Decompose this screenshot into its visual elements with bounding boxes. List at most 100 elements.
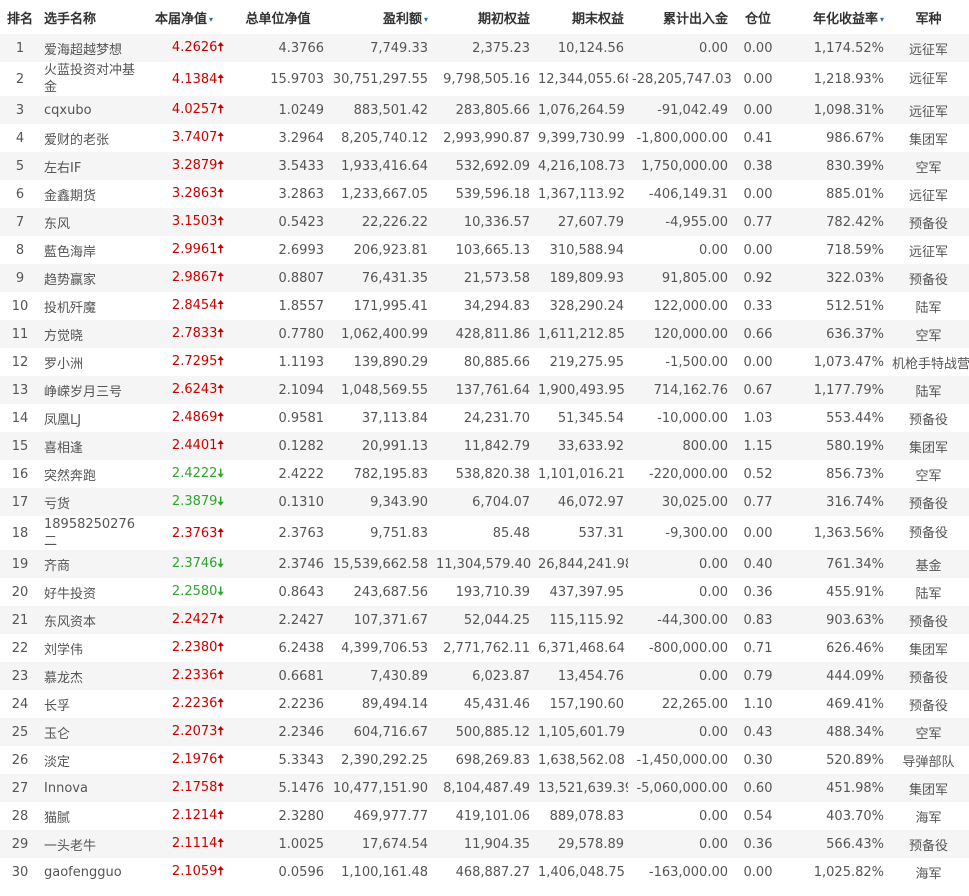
header-name[interactable]: 选手名称 bbox=[40, 0, 140, 34]
table-row[interactable]: 24 长孚 2.2236🠅 2.2236 89,494.14 45,431.46 157,1… bbox=[0, 690, 969, 718]
player-name[interactable]: 亏货 bbox=[44, 497, 70, 512]
cell-total-nav: 6.2438 bbox=[228, 634, 328, 662]
nav-value: 2.3763 bbox=[171, 525, 218, 541]
nav-value: 4.2626 bbox=[171, 39, 218, 55]
table-row[interactable]: 16 突然奔跑 2.4222🠇 2.4222 782,195.83 538,820.38 1… bbox=[0, 460, 969, 488]
cell-rank: 18 bbox=[0, 516, 40, 550]
player-name[interactable]: cqxubo bbox=[44, 103, 92, 118]
header-group[interactable]: 军种 bbox=[888, 0, 969, 34]
table-row[interactable]: 29 一头老牛 2.1114🠅 1.0025 17,674.54 11,904.35 29,… bbox=[0, 830, 969, 858]
header-position[interactable]: 仓位 bbox=[732, 0, 784, 34]
player-name[interactable]: 好牛投资 bbox=[44, 587, 96, 602]
table-row[interactable]: 15 喜相逢 2.4401🠅 0.1282 20,991.13 11,842.79 33,6… bbox=[0, 432, 969, 460]
table-row[interactable]: 23 慕龙杰 2.2336🠅 0.6681 7,430.89 6,023.87 13,454… bbox=[0, 662, 969, 690]
header-rank[interactable]: 排名 bbox=[0, 0, 40, 34]
player-name[interactable]: 投机歼魔 bbox=[44, 301, 96, 316]
player-name[interactable]: 火蓝投资对冲基金 bbox=[44, 63, 135, 95]
table-row[interactable]: 13 峥嵘岁月三号 2.6243🠅 2.1094 1,048,569.55 137,761… bbox=[0, 376, 969, 404]
player-name[interactable]: 慕龙杰 bbox=[44, 671, 83, 686]
player-name[interactable]: 一头老牛 bbox=[44, 839, 96, 854]
table-row[interactable]: 9 趋势赢家 2.9867🠅 0.8807 76,431.35 21,573.58 189,… bbox=[0, 264, 969, 292]
cell-nav: 2.9867🠅 bbox=[140, 264, 228, 292]
player-name[interactable]: 猫腻 bbox=[44, 811, 70, 826]
cell-name: 亏货 bbox=[40, 488, 140, 516]
cell-net-flow: -800,000.00 bbox=[628, 634, 732, 662]
player-name[interactable]: 长孚 bbox=[44, 699, 70, 714]
table-row[interactable]: 4 爱财的老张 3.7407🠅 3.2964 8,205,740.12 2,993,990… bbox=[0, 124, 969, 152]
cell-start-equity: 80,885.66 bbox=[432, 348, 534, 376]
table-row[interactable]: 8 藍色海岸 2.9961🠅 2.6993 206,923.81 103,665.13 31… bbox=[0, 236, 969, 264]
header-end-equity[interactable]: 期末权益 bbox=[534, 0, 628, 34]
sort-down-icon[interactable]: ▾ bbox=[880, 15, 884, 24]
player-name[interactable]: 峥嵘岁月三号 bbox=[44, 385, 122, 400]
cell-nav: 2.2236🠅 bbox=[140, 690, 228, 718]
header-nav[interactable]: 本届净值 ▾ bbox=[140, 0, 228, 34]
cell-annual: 1,174.52% bbox=[784, 34, 888, 62]
table-row[interactable]: 11 方觉晓 2.7833🠅 0.7780 1,062,400.99 428,811.86… bbox=[0, 320, 969, 348]
cell-profit: 171,995.41 bbox=[328, 292, 432, 320]
cell-profit: 17,674.54 bbox=[328, 830, 432, 858]
player-name[interactable]: Innova bbox=[44, 781, 88, 796]
table-row[interactable]: 7 东风 3.1503🠅 0.5423 22,226.22 10,336.57 27,607… bbox=[0, 208, 969, 236]
player-name[interactable]: 趋势赢家 bbox=[44, 273, 96, 288]
sort-down-icon[interactable]: ▾ bbox=[209, 15, 213, 24]
cell-position: 0.33 bbox=[732, 292, 784, 320]
header-net-flow[interactable]: 累计出入金 bbox=[628, 0, 732, 34]
cell-position: 0.60 bbox=[732, 774, 784, 802]
table-row[interactable]: 22 刘学伟 2.2380🠅 6.2438 4,399,706.53 2,771,762.… bbox=[0, 634, 969, 662]
table-row[interactable]: 18 18958250276二 2.3763🠅 2.3763 9,751.83 85.48… bbox=[0, 516, 969, 550]
player-name[interactable]: 淡定 bbox=[44, 755, 70, 770]
table-row[interactable]: 21 东风资本 2.2427🠅 2.2427 107,371.67 52,044.25 11… bbox=[0, 606, 969, 634]
table-row[interactable]: 12 罗小洲 2.7295🠅 1.1193 139,890.29 80,885.66 219… bbox=[0, 348, 969, 376]
nav-value: 2.7833 bbox=[171, 325, 218, 341]
table-row[interactable]: 20 好牛投资 2.2580🠇 0.8643 243,687.56 193,710.39 4… bbox=[0, 578, 969, 606]
cell-position: 0.38 bbox=[732, 152, 784, 180]
table-row[interactable]: 17 亏货 2.3879🠇 0.1310 9,343.90 6,704.07 46,072.… bbox=[0, 488, 969, 516]
header-annual[interactable]: 年化收益率 ▾ bbox=[784, 0, 888, 34]
player-name[interactable]: 齐商 bbox=[44, 559, 70, 574]
player-name[interactable]: 玉仑 bbox=[44, 727, 70, 742]
cell-rank: 21 bbox=[0, 606, 40, 634]
sort-down-icon[interactable]: ▾ bbox=[424, 15, 428, 24]
table-row[interactable]: 6 金鑫期货 3.2863🠅 3.2863 1,233,667.05 539,596.18… bbox=[0, 180, 969, 208]
player-name[interactable]: 方觉晓 bbox=[44, 329, 83, 344]
header-profit[interactable]: 盈利额 ▾ bbox=[328, 0, 432, 34]
player-name[interactable]: 金鑫期货 bbox=[44, 189, 96, 204]
cell-total-nav: 1.1193 bbox=[228, 348, 328, 376]
table-row[interactable]: 25 玉仑 2.2073🠅 2.2346 604,716.67 500,885.12 1,1… bbox=[0, 718, 969, 746]
player-name[interactable]: gaofengguo bbox=[44, 865, 122, 880]
player-name[interactable]: 罗小洲 bbox=[44, 357, 83, 372]
player-name[interactable]: 喜相逢 bbox=[44, 441, 83, 456]
player-name[interactable]: 东风资本 bbox=[44, 615, 96, 630]
table-row[interactable]: 14 凤凰LJ 2.4869🠅 0.9581 37,113.84 24,231.70 51,… bbox=[0, 404, 969, 432]
table-row[interactable]: 3 cqxubo 4.0257🠅 1.0249 883,501.42 283,805.66… bbox=[0, 96, 969, 124]
table-row[interactable]: 5 左右IF 3.2879🠅 3.5433 1,933,416.64 532,692.09… bbox=[0, 152, 969, 180]
player-name[interactable]: 刘学伟 bbox=[44, 643, 83, 658]
player-name[interactable]: 爱财的老张 bbox=[44, 133, 109, 148]
arrow-up-icon: 🠅 bbox=[217, 835, 224, 850]
header-start-equity[interactable]: 期初权益 bbox=[432, 0, 534, 34]
header-row: 排名 选手名称 本届净值 ▾ 总单位净值 盈利额 ▾ 期初权益 期末权益 累计出入金… bbox=[0, 0, 969, 34]
player-name[interactable]: 东风 bbox=[44, 217, 70, 232]
cell-net-flow: 0.00 bbox=[628, 578, 732, 606]
table-row[interactable]: 2 火蓝投资对冲基金 4.1384🠅 15.9703 30,751,297.55 9,79… bbox=[0, 62, 969, 96]
player-name[interactable]: 突然奔跑 bbox=[44, 469, 96, 484]
cell-rank: 12 bbox=[0, 348, 40, 376]
header-total-nav[interactable]: 总单位净值 bbox=[228, 0, 328, 34]
table-row[interactable]: 10 投机歼魔 2.8454🠅 1.8557 171,995.41 34,294.83 32… bbox=[0, 292, 969, 320]
player-name[interactable]: 18958250276二 bbox=[44, 517, 135, 549]
player-name[interactable]: 凤凰LJ bbox=[44, 413, 81, 428]
table-row[interactable]: 19 齐商 2.3746🠇 2.3746 15,539,662.58 11,304,579… bbox=[0, 550, 969, 578]
player-name[interactable]: 藍色海岸 bbox=[44, 245, 96, 260]
player-name[interactable]: 左右IF bbox=[44, 161, 81, 176]
cell-annual: 1,073.47% bbox=[784, 348, 888, 376]
cell-net-flow: -9,300.00 bbox=[628, 516, 732, 550]
table-row[interactable]: 27 Innova 2.1758🠅 5.1476 10,477,151.90 8,104,… bbox=[0, 774, 969, 802]
table-row[interactable]: 1 爱海超越梦想 4.2626🠅 4.3766 7,749.33 2,375.23 10,1… bbox=[0, 34, 969, 62]
cell-name: 长孚 bbox=[40, 690, 140, 718]
table-row[interactable]: 28 猫腻 2.1214🠅 2.3280 469,977.77 419,101.06 889… bbox=[0, 802, 969, 830]
table-row[interactable]: 26 淡定 2.1976🠅 5.3343 2,390,292.25 698,269.83 1… bbox=[0, 746, 969, 774]
table-row[interactable]: 30 gaofengguo 2.1059🠅 0.0596 1,100,161.48 468… bbox=[0, 858, 969, 886]
player-name[interactable]: 爱海超越梦想 bbox=[44, 43, 122, 58]
cell-total-nav: 0.7780 bbox=[228, 320, 328, 348]
